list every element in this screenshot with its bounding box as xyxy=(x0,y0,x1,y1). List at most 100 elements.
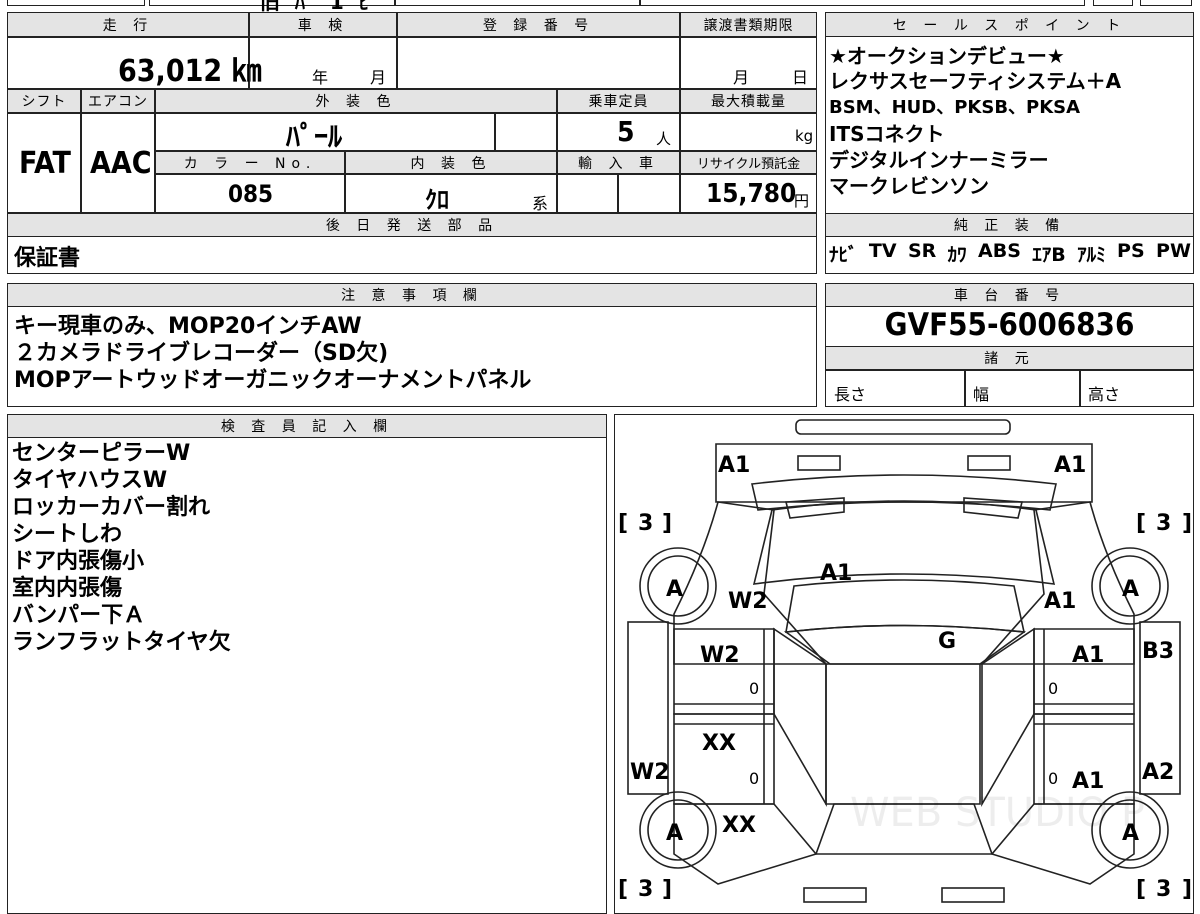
equipment-item: SR xyxy=(907,240,937,262)
headlight-right xyxy=(967,455,1011,471)
registration-cell xyxy=(397,37,680,89)
inspector-line: 室内内張傷 xyxy=(12,576,123,601)
svg-text:]: ] xyxy=(1182,877,1192,902)
interior-color-cell xyxy=(345,174,557,213)
mark-right-rocker-top: B3 xyxy=(1142,639,1174,664)
mark-windshield: G xyxy=(938,629,956,654)
tire-depth-bracket-rl: [ xyxy=(618,877,628,902)
equipment-list: ﾅﾋﾞ TV SR ｶﾜ ABS ｴｱB ｱﾙﾐ PS PW xyxy=(829,240,1191,267)
inspector-list: センターピラーW タイヤハウスW ロッカーカバー割れ シートしわ ドア内張傷小 … xyxy=(12,440,231,656)
sales-points-header: セ ー ル ス ポ イ ン ト xyxy=(825,12,1194,37)
front-panel-outline xyxy=(715,443,1093,503)
inspector-line: バンパー下Ａ xyxy=(12,603,146,628)
equipment-item: ｴｱB xyxy=(1032,244,1066,266)
svg-text:]: ] xyxy=(662,511,672,536)
equipment-item: ﾅﾋﾞ xyxy=(829,244,858,266)
right-front-fender-outline xyxy=(980,501,1135,665)
inspector-line: タイヤハウスW xyxy=(12,468,168,493)
top-cut-cell-3 xyxy=(395,0,640,6)
sales-point-line: デジタルインナーミラー xyxy=(829,148,1049,172)
recycle-fee-header: リサイクル預託金 xyxy=(680,151,817,174)
left-front-fender-outline xyxy=(673,501,828,665)
top-cut-cell-4 xyxy=(640,0,1085,6)
note-line: MOPアートウッドオーガニックオーナメントパネル xyxy=(14,368,532,393)
height-label: 高さ xyxy=(1088,385,1121,404)
max-load-unit: kg xyxy=(795,127,814,145)
mark-right-fender: A1 xyxy=(1044,589,1076,614)
import-cell-b xyxy=(618,174,680,213)
sales-point-line: ★オークションデビュー★ xyxy=(829,44,1065,68)
car-diagram: [ 3 ] [ 3 ] [ 3 ] [ 3 ] A A A A A1 A1 A1… xyxy=(618,419,1192,903)
mark-hood: A1 xyxy=(820,561,852,586)
notes-list: キー現車のみ、MOP20インチAW ２カメラドライブレコーダー（SD欠) MOP… xyxy=(14,313,531,394)
capacity-header: 乗車定員 xyxy=(557,89,680,113)
shaken-year: 年 xyxy=(312,68,329,87)
equipment-item: ｱﾙﾐ xyxy=(1077,244,1106,266)
mark-left-fender: W2 xyxy=(728,589,768,614)
mark-left-front-door: W2 xyxy=(700,643,740,668)
note-line: キー現車のみ、MOP20インチAW xyxy=(14,314,362,339)
equipment-item: PS xyxy=(1117,240,1145,262)
tire-depth-bracket-rr: [ xyxy=(1136,877,1146,902)
top-cut-cell-5 xyxy=(1093,0,1133,6)
exterior-color-value: ﾊﾟｰﾙ xyxy=(286,120,343,153)
inspector-line: ロッカーカバー割れ xyxy=(12,495,211,520)
left-front-door-outline xyxy=(673,628,775,715)
later-parts-value: 保証書 xyxy=(14,246,81,271)
chassis-header: 車 台 番 号 xyxy=(825,283,1194,307)
top-cut-cell-1 xyxy=(7,0,145,6)
watermark: WEB STUDIO P xyxy=(850,790,1145,836)
wheel-label-fr: A xyxy=(1122,577,1139,602)
recycle-fee-value: 15,780 xyxy=(706,179,797,209)
mark-front-left: A1 xyxy=(718,453,750,478)
mark-front-right: A1 xyxy=(1054,453,1086,478)
notes-header: 注 意 事 項 欄 xyxy=(7,283,817,307)
later-parts-header: 後 日 発 送 部 品 xyxy=(7,213,817,237)
transfer-month: 月 xyxy=(733,68,750,87)
sales-point-line: マークレビンソン xyxy=(829,174,989,198)
zero-mark-rr: 0 xyxy=(1048,769,1058,788)
inspector-header: 検 査 員 記 入 欄 xyxy=(7,414,607,438)
inspector-line: シートしわ xyxy=(12,522,123,547)
exterior-color-extra-cell xyxy=(495,113,557,151)
equipment-item: ABS xyxy=(978,240,1021,262)
zero-mark-rf: 0 xyxy=(1048,679,1058,698)
shift-value: FAT xyxy=(19,146,71,181)
max-load-header: 最大積載量 xyxy=(680,89,817,113)
transfer-deadline-header: 譲渡書類期限 xyxy=(680,12,817,37)
mark-left-rear-quarter: XX xyxy=(722,813,756,838)
wheel-label-rl: A xyxy=(666,821,683,846)
interior-color-value: ｸﾛ xyxy=(425,186,449,214)
left-rear-door-outline xyxy=(673,713,775,805)
tire-depth-rr: 3 xyxy=(1156,877,1171,902)
tire-depth-fr: 3 xyxy=(1156,511,1171,536)
mileage-header: 走 行 xyxy=(7,12,249,37)
mark-right-rocker-bottom: A2 xyxy=(1142,760,1174,785)
tire-depth-rl: 3 xyxy=(638,877,653,902)
aircon-header: エアコン xyxy=(81,89,155,113)
wheel-label-fl: A xyxy=(666,577,683,602)
sales-point-line: BSM、HUD、PKSB、PKSA xyxy=(829,97,1081,118)
front-bumper-outline xyxy=(795,419,1011,435)
width-label: 幅 xyxy=(973,385,990,404)
windshield-outline xyxy=(785,579,1026,633)
equipment-item: TV xyxy=(868,240,897,262)
svg-text:]: ] xyxy=(662,877,672,902)
import-cell-a xyxy=(557,174,618,213)
chassis-number: GVF55-6006836 xyxy=(884,307,1135,343)
transfer-day: 日 xyxy=(792,68,809,87)
spec-header: 諸 元 xyxy=(825,346,1194,370)
inspector-line: ドア内張傷小 xyxy=(12,549,145,574)
mileage-value: 63,012 ㎞ xyxy=(118,54,262,89)
tire-depth-bracket-fl: [ xyxy=(618,511,628,536)
mark-right-front-door: A1 xyxy=(1072,643,1104,668)
headlight-left xyxy=(797,455,841,471)
shaken-header: 車 検 xyxy=(249,12,397,37)
interior-color-header: 内 装 色 xyxy=(345,151,557,174)
zero-mark-lf: 0 xyxy=(749,679,759,698)
exterior-color-header: 外 装 色 xyxy=(155,89,557,113)
sales-point-line: ITSコネクト xyxy=(829,122,945,146)
mark-left-rear-door: XX xyxy=(702,731,736,756)
equipment-item: PW xyxy=(1156,240,1191,262)
capacity-unit: 人 xyxy=(656,130,672,148)
